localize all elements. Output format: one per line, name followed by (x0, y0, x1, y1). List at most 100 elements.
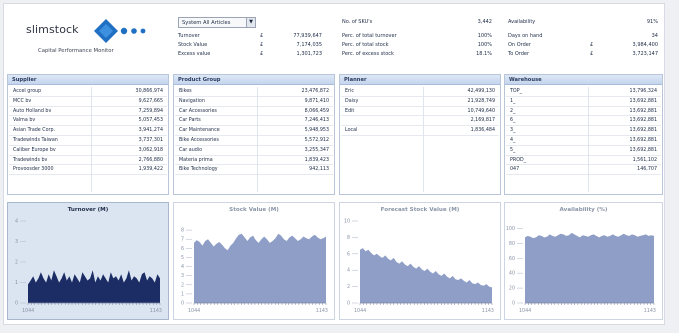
table-row[interactable]: Car Accessories 8,066,459 (175, 107, 333, 117)
row-label: MCC bv (13, 98, 32, 104)
row-value: 13,692,881 (629, 147, 657, 153)
row-label: Car Parts (179, 118, 201, 124)
row-label: 5_ (510, 147, 516, 153)
area-series[interactable] (28, 270, 160, 303)
row-value: 13,692,881 (629, 137, 657, 143)
row-label: Bikes (179, 89, 192, 94)
article-filter-select[interactable]: System All Articles ▼ (178, 17, 256, 28)
table-row[interactable]: TOP_ 13,796,324 (506, 87, 661, 97)
table-row[interactable]: Eric 42,499,130 (341, 87, 499, 97)
table-row[interactable]: Tradewinds bv 2,766,880 (9, 156, 167, 166)
chart-title: Forecast Stock Value (M) (380, 207, 460, 213)
table-row[interactable]: MCC bv 9,627,665 (9, 97, 167, 107)
table-row[interactable]: Navigation 9,871,410 (175, 97, 333, 107)
panel-title[interactable]: Planner (340, 75, 500, 85)
turnover-chart[interactable]: 0 1 2 3 4 1044 1143 Turnover (M) (7, 202, 169, 320)
row-value: 13,692,881 (629, 108, 657, 114)
y-tick-label: 8 (181, 228, 184, 234)
summary-label: No. of SKU's (342, 19, 373, 25)
area-series[interactable] (525, 232, 654, 303)
row-value: 23,476,872 (301, 89, 329, 94)
table-row[interactable]: Accel group 30,866,974 (9, 87, 167, 97)
table-row[interactable]: 2,169,817 (341, 116, 499, 127)
row-value: 2,169,817 (470, 118, 495, 124)
table-row[interactable]: 3_ 13,692,881 (506, 126, 661, 136)
table-row[interactable]: Provoosder 3000 1,939,422 (9, 165, 167, 176)
x-tick-label-start: 1044 (354, 308, 366, 314)
chart-title: Stock Value (M) (229, 207, 279, 213)
y-tick-label: 7 (181, 237, 184, 243)
summary-value: 18.1% (476, 51, 492, 57)
row-value: 1,836,484 (470, 128, 495, 134)
table-row[interactable]: Car Maintenance 5,948,953 (175, 126, 333, 136)
table-row[interactable]: 6_ 13,692,881 (506, 116, 661, 127)
summary-label: Availability (508, 19, 536, 25)
table-row[interactable]: Local 1,836,484 (341, 126, 499, 136)
table-row[interactable]: Caliber Europe bv 3,062,918 (9, 146, 167, 156)
table-row[interactable]: 2_ 13,692,881 (506, 107, 661, 117)
table-row[interactable]: 5_ 13,692,881 (506, 146, 661, 156)
row-value: 2,766,880 (138, 157, 163, 163)
row-label: Car Accessories (179, 108, 217, 114)
stock-value-chart[interactable]: 0 1 2 3 4 5 6 7 8 1044 1143 Stock Value (M) (173, 202, 335, 320)
table-row[interactable]: Daisy 21,928,749 (341, 97, 499, 107)
row-value: 5,057,453 (138, 118, 163, 124)
area-series[interactable] (194, 233, 326, 303)
column-divider (588, 87, 589, 192)
panel-title[interactable]: Supplier (8, 75, 168, 85)
row-value: 10,749,640 (467, 108, 495, 114)
row-label: Auto Holland bv (13, 108, 52, 114)
table-row[interactable]: Bike Technology 942,113 (175, 165, 333, 176)
y-tick-label: 2 (15, 260, 18, 266)
currency-symbol: £ (260, 51, 264, 57)
table-row[interactable]: 1_ 13,692,881 (506, 97, 661, 107)
vertical-scrollbar[interactable] (670, 0, 679, 333)
y-tick-label: 6 (347, 251, 350, 257)
summary-value: 3,723,147 (632, 51, 658, 57)
panel-rows: Bikes 23,476,872 Navigation 9,871,410 Car Ac… (175, 87, 333, 192)
table-row[interactable]: Asian Trade Corp. 3,941,274 (9, 126, 167, 136)
panel-title[interactable]: Product Group (174, 75, 334, 85)
summary-label: Perc. of total turnover (342, 33, 397, 39)
table-row[interactable]: Car audio 3,255,347 (175, 146, 333, 156)
table-row[interactable]: 047 146,707 (506, 165, 661, 176)
area-series[interactable] (360, 248, 492, 303)
table-row[interactable]: Bike Accessories 5,572,912 (175, 136, 333, 146)
table-row[interactable]: Materia prima 1,839,423 (175, 156, 333, 166)
row-value: 146,707 (637, 167, 657, 173)
panel-title[interactable]: Warehouse (505, 75, 662, 85)
x-tick-label-start: 1044 (188, 308, 200, 314)
table-row[interactable]: Car Parts 7,246,413 (175, 116, 333, 127)
table-row[interactable]: Edit 10,749,640 (341, 107, 499, 117)
y-tick-label: 2 (181, 282, 184, 288)
row-label: Car audio (179, 147, 203, 153)
summary-value: 100% (477, 42, 492, 48)
table-row[interactable]: Bikes 23,476,872 (175, 87, 333, 97)
supplier-panel: Supplier Accel group 30,866,974 MCC bv 9,62… (7, 74, 169, 195)
summary-label: Stock Value (178, 42, 208, 48)
row-label: Daisy (345, 98, 359, 104)
y-tick-label: 20 (509, 286, 515, 292)
table-row[interactable]: 4_ 13,692,881 (506, 136, 661, 146)
article-filter-value: System All Articles (182, 20, 231, 26)
summary-label: Days on hand (508, 33, 543, 39)
chevron-down-icon[interactable]: ▼ (246, 18, 255, 27)
y-tick-label: 60 (509, 256, 515, 262)
row-value: 42,499,130 (467, 89, 495, 94)
chart-title: Availability (%) (559, 207, 608, 213)
table-row[interactable]: Valma bv 5,057,453 (9, 116, 167, 127)
currency-symbol: £ (590, 42, 594, 48)
forecast-stock-value-chart[interactable]: 0 2 4 6 8 10 1044 1143 Forecast Stock Value (M) (339, 202, 501, 320)
row-value: 5,948,953 (304, 128, 329, 134)
y-tick-label: 6 (181, 246, 184, 252)
row-label: Provoosder 3000 (13, 167, 54, 173)
table-row[interactable]: Tradewinds Taiwan 3,737,301 (9, 136, 167, 146)
row-value: 5,572,912 (304, 137, 329, 143)
table-row[interactable]: Auto Holland bv 7,259,894 (9, 107, 167, 117)
y-tick-label: 4 (15, 219, 18, 225)
row-label: TOP_ (510, 89, 522, 94)
availability-chart[interactable]: 0 20 40 60 80 100 1044 1143 Availability (%) (504, 202, 663, 320)
table-row[interactable]: PROD_ 1,561,102 (506, 156, 661, 166)
y-tick-label: 4 (347, 268, 350, 274)
row-label: 4_ (510, 137, 516, 143)
